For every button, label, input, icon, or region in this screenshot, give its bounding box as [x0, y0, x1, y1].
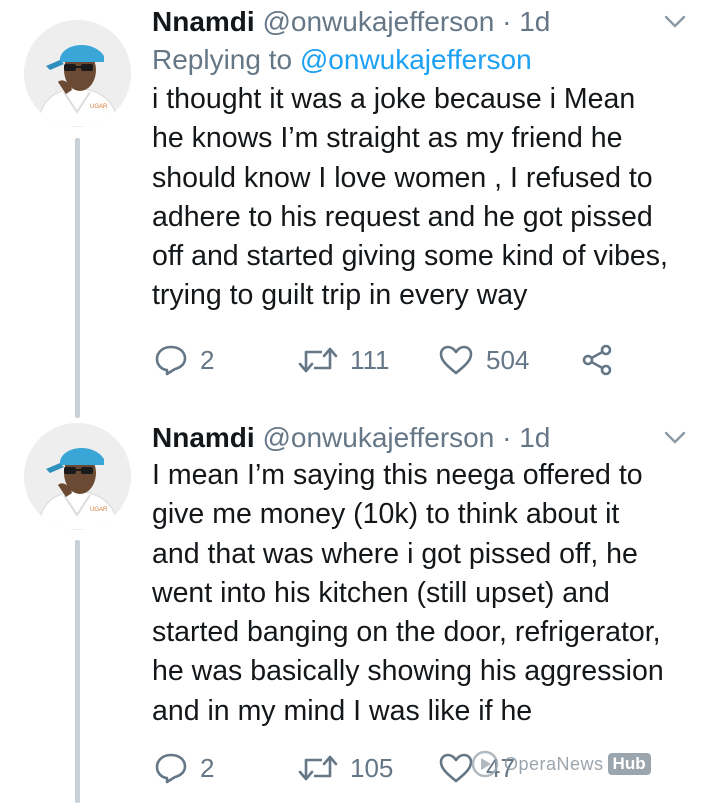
tweet-header: Nnamdi @onwukajefferson · 1d — [152, 420, 702, 456]
heart-icon — [439, 345, 473, 375]
watermark-badge: Hub — [607, 753, 651, 775]
like-count: 504 — [486, 344, 530, 375]
retweet-icon — [298, 755, 338, 781]
reply-count: 2 — [200, 344, 215, 375]
avatar-photo-icon: UGAR — [24, 423, 131, 530]
separator-dot: · — [502, 6, 512, 37]
avatar[interactable]: UGAR — [24, 423, 131, 530]
tweet-text-line: started banging on the door, refrigerato… — [152, 616, 661, 649]
author-handle[interactable]: @onwukajefferson — [262, 422, 494, 453]
chevron-down-icon[interactable] — [664, 430, 686, 446]
share-button[interactable] — [580, 340, 614, 380]
timestamp[interactable]: 1d — [519, 6, 550, 37]
tweet-text-line: adhere to his request and he got pissed — [152, 200, 653, 233]
share-icon — [582, 344, 612, 376]
tweet-actions: 2 111 504 — [152, 340, 712, 380]
watermark-text: OperaNews — [504, 753, 604, 774]
retweet-count: 105 — [350, 752, 394, 783]
replying-to: Replying to @onwukajefferson — [152, 40, 702, 80]
tweet-content: Nnamdi @onwukajefferson · 1d Replying to… — [152, 4, 702, 316]
like-button[interactable]: 504 — [438, 340, 529, 380]
tweet-text-line: he was basically showing his aggression — [152, 655, 664, 688]
author-handle[interactable]: @onwukajefferson — [262, 6, 494, 37]
reply-button[interactable]: 2 — [154, 340, 214, 380]
tweet-text-line: i thought it was a joke because i Mean — [152, 83, 636, 115]
tweet-text-line: trying to guilt trip in every way — [152, 279, 528, 312]
retweet-button[interactable]: 105 — [298, 748, 393, 788]
tweet-text-line: and that was where i got pissed off, he — [152, 537, 638, 570]
tweet[interactable]: UGAR Nnamdi @onwukajefferson · 1d I mean… — [0, 418, 720, 803]
tweet-thread: UGAR Nnamdi @onwukajefferson · 1d Replyi… — [0, 0, 720, 803]
separator-dot: · — [502, 422, 512, 453]
retweet-icon — [298, 347, 338, 373]
timestamp[interactable]: 1d — [519, 422, 550, 453]
tweet-text: i thought it was a joke because i Mean h… — [152, 80, 702, 316]
tweet-text-line: he knows I’m straight as my friend he — [152, 122, 623, 155]
watermark: OperaNews Hub — [470, 748, 651, 780]
tweet-text-line: off and started giving some kind of vibe… — [152, 240, 668, 273]
tweet-content: Nnamdi @onwukajefferson · 1d I mean I’m … — [152, 420, 702, 731]
tweet[interactable]: UGAR Nnamdi @onwukajefferson · 1d Replyi… — [0, 0, 720, 418]
opera-news-logo-icon — [471, 750, 499, 778]
reply-count: 2 — [200, 752, 215, 783]
thread-connector — [75, 540, 80, 803]
tweet-text: I mean I’m saying this neega offered to … — [152, 456, 702, 731]
replying-to-mention[interactable]: @onwukajefferson — [300, 44, 532, 75]
avatar[interactable]: UGAR — [24, 20, 131, 127]
heart-icon — [439, 753, 473, 783]
tweet-text-line: should know I love women , I refused to — [152, 161, 653, 194]
tweet-header: Nnamdi @onwukajefferson · 1d — [152, 4, 702, 40]
author-name[interactable]: Nnamdi — [152, 6, 255, 37]
replying-to-label: Replying to — [152, 44, 293, 75]
avatar-photo-icon: UGAR — [24, 20, 131, 127]
chevron-down-icon[interactable] — [664, 14, 686, 30]
svg-text:UGAR: UGAR — [90, 104, 108, 110]
reply-icon — [155, 345, 187, 376]
tweet-text-line: give me money (10k) to think about it — [152, 498, 620, 531]
tweet-text-line: and in my mind I was like if he — [152, 694, 533, 727]
reply-button[interactable]: 2 — [154, 748, 214, 788]
tweet-text-line: went into his kitchen (still upset) and — [152, 576, 610, 609]
retweet-button[interactable]: 111 — [298, 340, 390, 380]
thread-connector — [75, 138, 80, 418]
reply-icon — [155, 753, 187, 784]
retweet-count: 111 — [350, 344, 390, 375]
tweet-text-line: I mean I’m saying this neega offered to — [152, 459, 643, 491]
author-name[interactable]: Nnamdi — [152, 422, 255, 453]
svg-text:UGAR: UGAR — [90, 507, 108, 513]
